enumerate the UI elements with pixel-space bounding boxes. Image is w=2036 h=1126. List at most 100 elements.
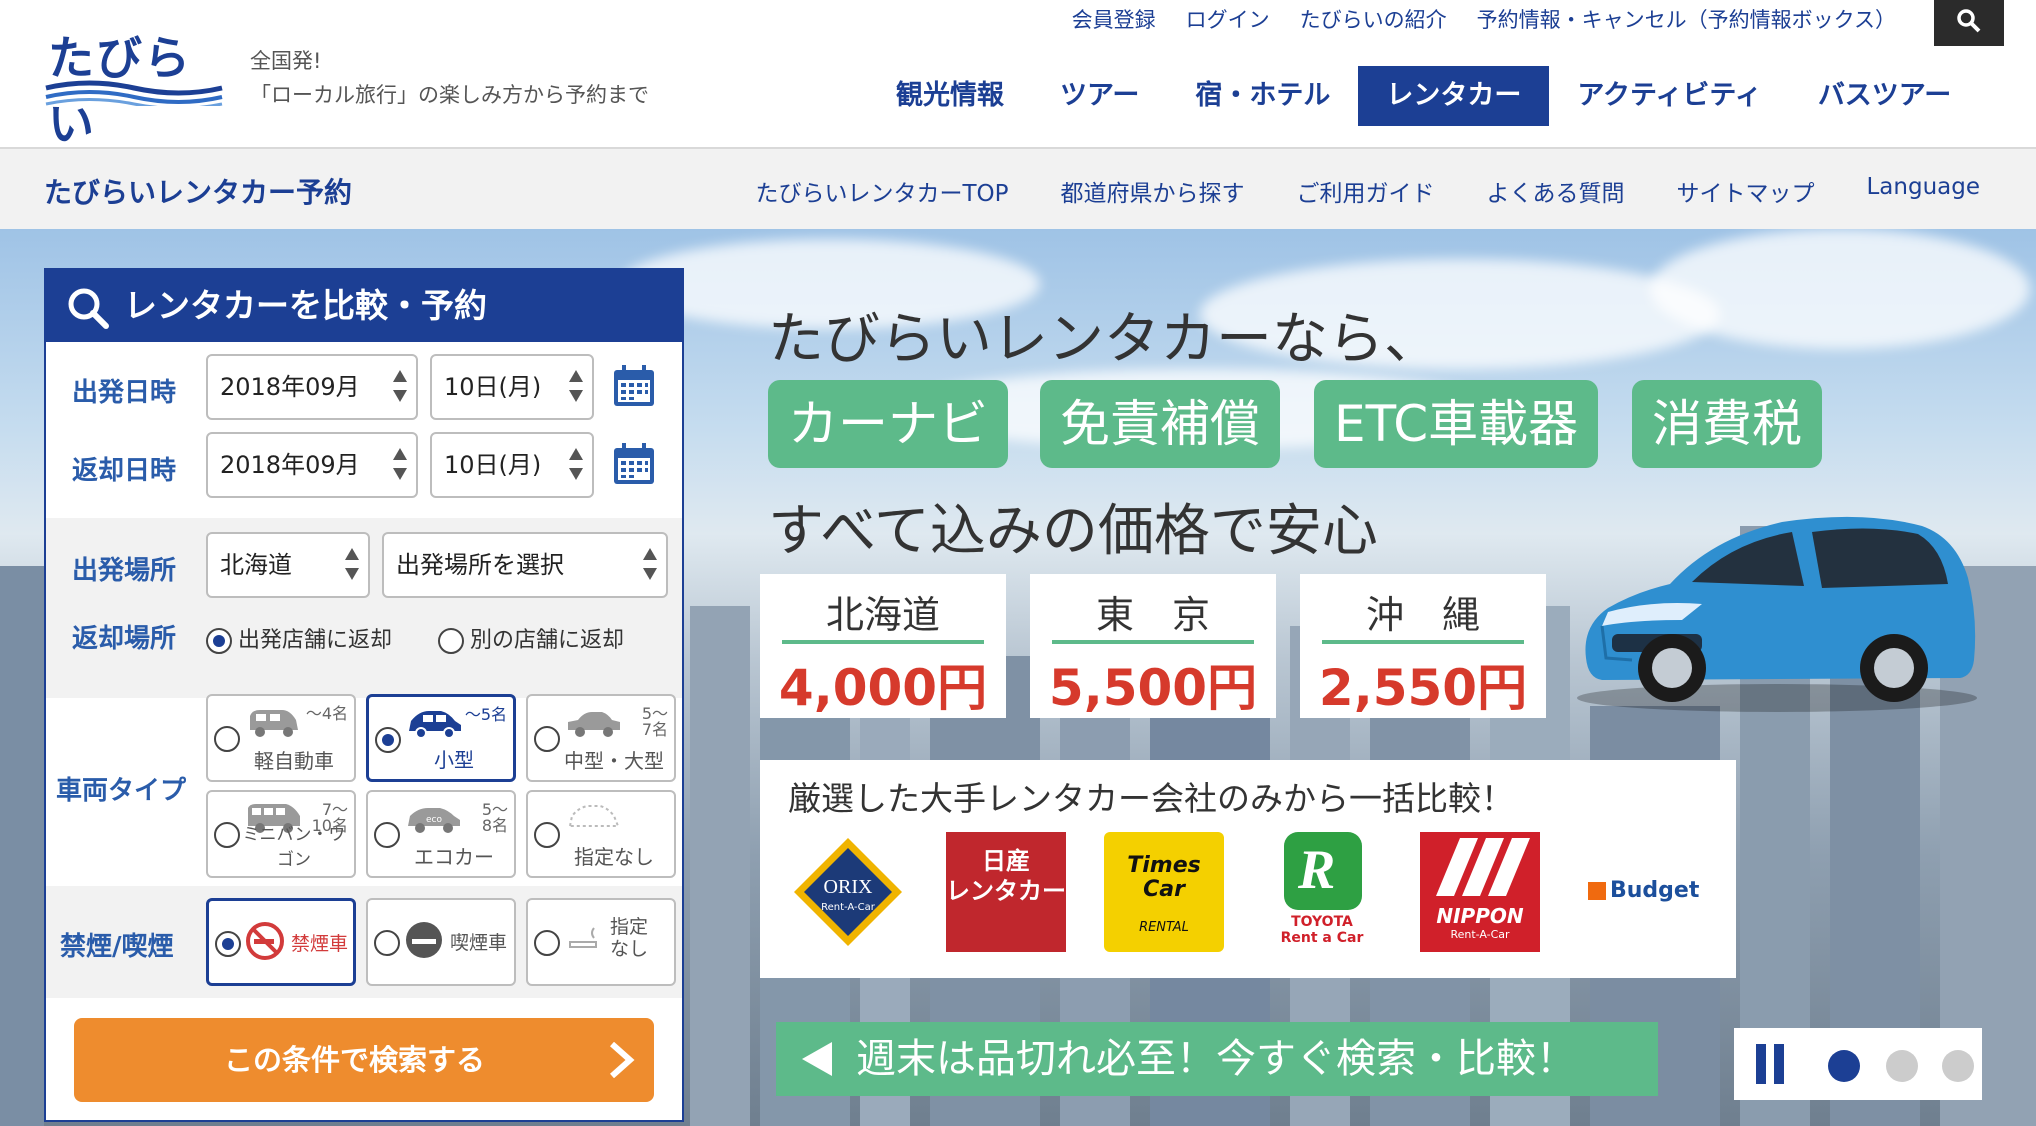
smoking-label: 禁煙/喫煙 (60, 932, 174, 962)
return-month-select[interactable]: 2018年09月 (206, 432, 418, 498)
nissan-rentacar-logo: 日産 レンタカー (946, 832, 1066, 952)
sedan-icon (568, 712, 620, 737)
pause-icon[interactable] (1756, 1044, 1786, 1084)
return-day-select[interactable]: 10日(月) (430, 432, 594, 498)
depart-place-label: 出発場所 (72, 556, 177, 586)
smoking-any-option[interactable]: 指定 なし (526, 898, 676, 986)
vehicle-compact[interactable]: 〜5名 小型 (366, 694, 516, 782)
nav-activity[interactable]: アクティビティ (1549, 66, 1789, 126)
tabirai-logo[interactable]: たびらい (44, 22, 224, 151)
nav-tour[interactable]: ツアー (1032, 66, 1167, 126)
nippon-sub: Rent-A-Car (1450, 928, 1510, 941)
radio[interactable] (534, 930, 560, 956)
budget-mark-icon (1588, 882, 1606, 900)
sub-nav: たびらいレンタカー予約 たびらいレンタカーTOP 都道府県から探す ご利用ガイド… (0, 147, 2036, 229)
search-submit-button[interactable]: この条件で検索する (74, 1018, 654, 1102)
nav-rentacar[interactable]: レンタカー (1358, 66, 1550, 126)
vehicle-label: 軽自動車 (254, 749, 334, 773)
radio[interactable] (374, 822, 400, 848)
radio-selected[interactable] (206, 628, 232, 654)
price-region: 沖 縄 (1365, 593, 1480, 637)
times-sub: RENTAL (1139, 920, 1189, 935)
tagline-line1: 全国発! (250, 49, 322, 73)
vehicle-label: エコカー (414, 845, 494, 869)
link-reservation-info[interactable]: 予約情報・キャンセル（予約情報ボックス） (1477, 4, 1896, 34)
search-submit-label: この条件で検索する (224, 1043, 486, 1077)
calendar-icon[interactable] (612, 364, 656, 408)
subnav-top[interactable]: たびらいレンタカーTOP (755, 174, 1008, 208)
slide-dot-3[interactable] (1942, 1050, 1974, 1082)
depart-place-value: 出発場所を選択 (396, 551, 564, 579)
depart-day-select[interactable]: 10日(月) (430, 354, 594, 420)
vehicle-capacity: 〜4名 (305, 704, 348, 723)
price-card-okinawa: 沖 縄 2,550円 (1300, 574, 1546, 718)
return-other-store-option[interactable]: 別の店舗に返却 (438, 622, 624, 654)
radio[interactable] (438, 628, 464, 654)
subnav-guide[interactable]: ご利用ガイド (1296, 174, 1434, 208)
banner-headline: たびらいレンタカーなら、 (768, 307, 1440, 372)
radio[interactable] (214, 822, 240, 848)
magnifier-icon (68, 288, 109, 329)
subnav-links: たびらいレンタカーTOP 都道府県から探す ご利用ガイド よくある質問 サイトマ… (755, 174, 1980, 208)
nippon-text: NIPPON (1436, 904, 1524, 928)
cta-banner[interactable]: 週末は品切れ必至！今すぐ検索・比較！ (776, 1022, 1658, 1096)
non-smoking-option[interactable]: 禁煙車 (206, 898, 356, 986)
any-car-icon (568, 805, 620, 827)
feature-pill-navi: カーナビ (768, 380, 1008, 468)
prefecture-select[interactable]: 北海道 (206, 532, 370, 598)
nav-hotel[interactable]: 宿・ホテル (1167, 66, 1358, 126)
price-card-tokyo: 東 京 5,500円 (1030, 574, 1276, 718)
divider (1052, 640, 1254, 644)
radio-selected[interactable] (215, 931, 241, 957)
vehicle-capacity: 5〜 8名 (481, 800, 508, 835)
select-arrows-icon (392, 370, 408, 404)
radio[interactable] (374, 930, 400, 956)
subnav-prefecture[interactable]: 都道府県から探す (1060, 174, 1244, 208)
select-arrows-icon (392, 448, 408, 482)
kei-car-icon (250, 710, 298, 737)
slider-controls (1734, 1028, 1982, 1100)
select-arrows-icon (568, 448, 584, 482)
price-value: 5,500円 (1048, 659, 1258, 717)
subnav-language[interactable]: Language (1866, 174, 1980, 208)
link-member-register[interactable]: 会員登録 (1072, 4, 1156, 34)
depart-place-select[interactable]: 出発場所を選択 (382, 532, 668, 598)
link-login[interactable]: ログイン (1186, 4, 1270, 34)
return-same-store-option[interactable]: 出発店舗に返却 (206, 622, 392, 654)
vehicle-minivan[interactable]: 7〜 10名 ミニバン・ワゴン (206, 790, 356, 878)
radio[interactable] (534, 726, 560, 752)
depart-month-select[interactable]: 2018年09月 (206, 354, 418, 420)
feature-pill-insurance: 免責補償 (1040, 380, 1280, 468)
nav-sightseeing[interactable]: 観光情報 (868, 66, 1032, 126)
depart-datetime-label: 出発日時 (72, 378, 177, 408)
return-datetime-label: 返却日時 (72, 456, 177, 486)
main-nav: 観光情報 ツアー 宿・ホテル レンタカー アクティビティ バスツアー (868, 66, 1979, 126)
link-about[interactable]: たびらいの紹介 (1300, 4, 1447, 34)
radio[interactable] (534, 822, 560, 848)
radio[interactable] (214, 726, 240, 752)
smoking-option[interactable]: 喫煙車 (366, 898, 516, 986)
site-search-button[interactable] (1934, 0, 2004, 46)
slide-dot-1[interactable] (1828, 1050, 1860, 1082)
subnav-title[interactable]: たびらいレンタカー予約 (44, 171, 352, 211)
subnav-sitemap[interactable]: サイトマップ (1676, 174, 1814, 208)
nav-bustour[interactable]: バスツアー (1790, 66, 1979, 126)
depart-month-value: 2018年09月 (220, 373, 360, 401)
wave-icon (45, 80, 223, 106)
no-smoking-icon (246, 922, 284, 960)
vehicle-any[interactable]: 指定なし (526, 790, 676, 878)
times-car-logo: Times Car RENTAL (1104, 832, 1224, 952)
price-value: 2,550円 (1318, 659, 1528, 717)
vehicle-eco[interactable]: eco 5〜 8名 エコカー (366, 790, 516, 878)
slide-dot-2[interactable] (1886, 1050, 1918, 1082)
brand-logos-box: 厳選した大手レンタカー会社のみから一括比較！ ORIX Rent-A-Car 日… (760, 760, 1736, 978)
vehicle-kei[interactable]: 〜4名 軽自動車 (206, 694, 356, 782)
price-value: 4,000円 (778, 659, 988, 717)
chevron-right-icon (610, 1042, 635, 1078)
radio-selected[interactable] (375, 727, 401, 753)
subnav-faq[interactable]: よくある質問 (1486, 174, 1624, 208)
calendar-icon[interactable] (612, 442, 656, 486)
vehicle-midsize[interactable]: 5〜 7名 中型・大型 (526, 694, 676, 782)
orix-logo: ORIX Rent-A-Car (788, 832, 908, 952)
orix-text: ORIX (823, 876, 873, 898)
